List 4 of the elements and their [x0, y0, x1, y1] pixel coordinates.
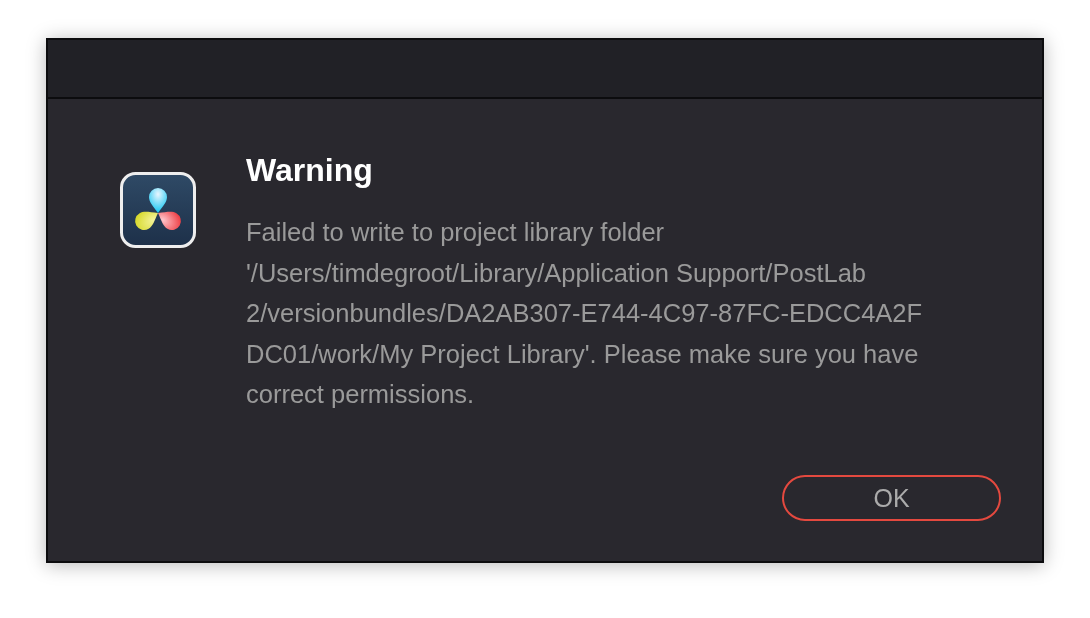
drops-logo-icon [120, 172, 196, 248]
warning-message: Failed to write to project library folder '/Users/timdegroot/Library/Application Support/PostLab 2/versionbundles/DA2AB307-E744-4C97-87FC-EDCC4A2F DC01/work/My Project Library'. Please make sure you have correct permissions. [246, 217, 923, 410]
dialog-title: Warning [246, 151, 373, 190]
ok-button[interactable]: OK [782, 475, 1001, 521]
